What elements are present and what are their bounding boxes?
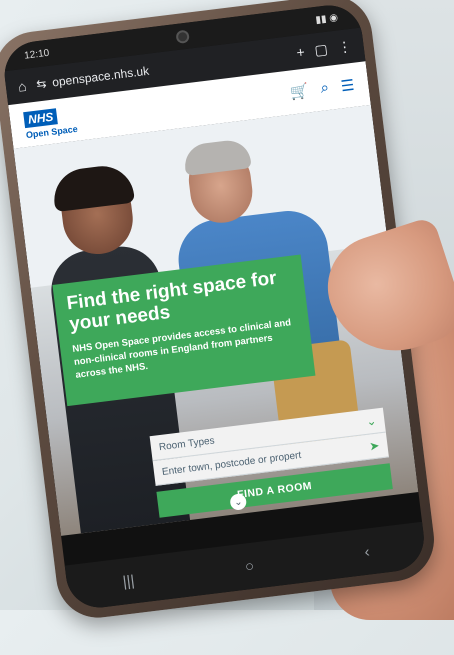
menu-icon[interactable]: ⋮ <box>337 37 353 56</box>
search-icon[interactable]: ⌕ <box>320 79 331 98</box>
home-icon[interactable]: ⌂ <box>17 78 27 95</box>
location-arrow-icon[interactable]: ➤ <box>369 438 381 453</box>
site-settings-icon[interactable]: ⇆ <box>35 76 47 91</box>
home-button-icon[interactable]: ○ <box>244 557 255 575</box>
tabs-icon[interactable]: ▢ <box>314 40 329 58</box>
hamburger-menu-icon[interactable]: ☰ <box>340 76 355 96</box>
status-time: 12:10 <box>23 47 50 62</box>
room-types-label: Room Types <box>158 434 216 453</box>
new-tab-icon[interactable]: + <box>296 44 306 61</box>
status-icons: ▮▮ ◉ <box>314 11 339 26</box>
logo-nhs-text: NHS <box>23 107 59 128</box>
cart-icon[interactable]: 🛒 <box>289 81 310 101</box>
header-icons: 🛒 ⌕ ☰ <box>289 76 355 102</box>
room-search-form: Room Types ⌄ Enter town, postcode or pro… <box>149 407 393 518</box>
front-camera <box>175 29 190 44</box>
back-icon[interactable]: ‹ <box>364 543 371 560</box>
url-text: openspace.nhs.uk <box>51 63 150 90</box>
chevron-down-icon: ⌄ <box>365 413 378 429</box>
nhs-logo[interactable]: NHS Open Space <box>23 104 78 140</box>
recent-apps-icon[interactable]: ||| <box>122 572 136 590</box>
